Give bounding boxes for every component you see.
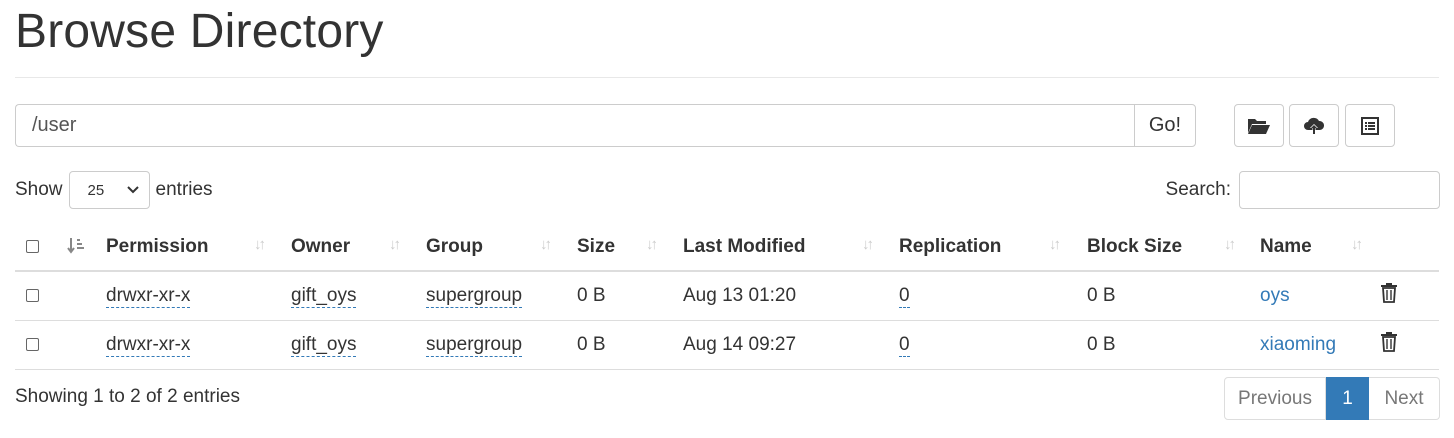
column-label: Replication [899,236,1002,257]
folder-open-icon [1248,118,1270,134]
upload-button[interactable] [1289,104,1339,147]
show-label: Show [15,179,63,200]
search-control: Search: [1166,171,1440,209]
go-button[interactable]: Go! [1134,104,1196,147]
path-bar: Go! [15,104,1196,147]
modified-cell: Aug 14 09:27 [683,320,899,370]
spacer-cell [67,271,106,321]
sort-icon: ↓↑ [862,236,874,253]
permission-cell: drwxr-xr-x [106,271,291,321]
column-group[interactable]: Group ↓↑ [426,224,577,272]
sort-icon: ↓↑ [1049,236,1061,253]
row-select-cell [15,320,67,370]
owner-value[interactable]: gift_oys [291,285,357,308]
column-replication[interactable]: Replication ↓↑ [899,224,1087,272]
sort-amount-icon [67,238,84,254]
column-name[interactable]: Name ↓↑ [1260,224,1380,272]
select-all-checkbox[interactable] [26,240,39,254]
create-directory-button[interactable] [1234,104,1284,147]
replication-cell: 0 [899,271,1087,321]
row-checkbox[interactable] [26,289,39,303]
name-link[interactable]: oys [1260,285,1290,306]
cut-paste-button[interactable] [1345,104,1395,147]
sort-icon: ↓↑ [389,236,401,253]
modified-cell: Aug 13 01:20 [683,271,899,321]
row-select-cell [15,271,67,321]
replication-value[interactable]: 0 [899,334,910,357]
trash-icon[interactable] [1380,332,1398,352]
spacer-cell [67,320,106,370]
table-info: Showing 1 to 2 of 2 entries [15,386,240,407]
page-length-value: 25 [87,181,105,199]
size-cell: 0 B [577,271,683,321]
block-size-cell: 0 B [1087,271,1260,321]
name-link[interactable]: xiaoming [1260,334,1336,355]
search-input[interactable] [1239,171,1440,209]
chevron-down-icon [126,186,139,194]
size-cell: 0 B [577,320,683,370]
column-label: Size [577,236,616,257]
sort-icon: ↓↑ [1224,236,1236,253]
actions-cell [1380,271,1439,321]
table-row: drwxr-xr-x gift_oys supergroup 0 B Aug 1… [15,271,1439,321]
column-owner[interactable]: Owner ↓↑ [291,224,426,272]
row-checkbox[interactable] [26,338,39,352]
table-header-row: Permission ↓↑ Owner ↓↑ Group ↓↑ Size ↓↑ … [15,224,1439,272]
previous-button[interactable]: Previous [1224,377,1326,420]
actions-cell [1380,320,1439,370]
list-alt-icon [1361,116,1379,135]
owner-cell: gift_oys [291,320,426,370]
table-row: drwxr-xr-x gift_oys supergroup 0 B Aug 1… [15,320,1439,370]
permission-value[interactable]: drwxr-xr-x [106,285,191,308]
column-last-modified[interactable]: Last Modified ↓↑ [683,224,899,272]
column-label: Permission [106,236,209,257]
sort-icon: ↓↑ [1351,236,1363,253]
block-size-cell: 0 B [1087,320,1260,370]
owner-value[interactable]: gift_oys [291,334,357,357]
permission-cell: drwxr-xr-x [106,320,291,370]
group-cell: supergroup [426,320,577,370]
column-label: Owner [291,236,351,257]
group-cell: supergroup [426,271,577,321]
permission-value[interactable]: drwxr-xr-x [106,334,191,357]
search-label: Search: [1165,179,1231,200]
replication-value[interactable]: 0 [899,285,910,308]
sort-icon: ↓↑ [254,236,266,253]
name-cell: xiaoming [1260,320,1380,370]
column-sort-default[interactable] [67,224,106,272]
sort-icon: ↓↑ [540,236,552,253]
owner-cell: gift_oys [291,271,426,321]
replication-cell: 0 [899,320,1087,370]
next-button[interactable]: Next [1369,377,1440,420]
select-all-header [15,224,67,272]
column-label: Group [426,236,483,257]
page-title: Browse Directory [15,5,384,58]
page-length-select[interactable]: 25 [68,171,150,209]
column-size[interactable]: Size ↓↑ [577,224,683,272]
column-actions [1380,224,1439,272]
column-label: Last Modified [683,236,806,257]
page-length-control: Show 25 entries [15,171,213,209]
trash-icon[interactable] [1380,283,1398,303]
name-cell: oys [1260,271,1380,321]
sort-icon: ↓↑ [646,236,658,253]
cloud-upload-icon [1304,117,1325,134]
column-label: Block Size [1087,236,1183,257]
group-value[interactable]: supergroup [426,334,523,357]
file-table: Permission ↓↑ Owner ↓↑ Group ↓↑ Size ↓↑ … [15,224,1439,370]
page-1-button[interactable]: 1 [1326,377,1369,420]
column-permission[interactable]: Permission ↓↑ [106,224,291,272]
group-value[interactable]: supergroup [426,285,523,308]
entries-label: entries [155,179,213,200]
pagination: Previous 1 Next [1224,377,1440,420]
column-label: Name [1260,236,1312,257]
path-input[interactable] [15,104,1134,147]
divider [15,77,1439,78]
column-block-size[interactable]: Block Size ↓↑ [1087,224,1260,272]
